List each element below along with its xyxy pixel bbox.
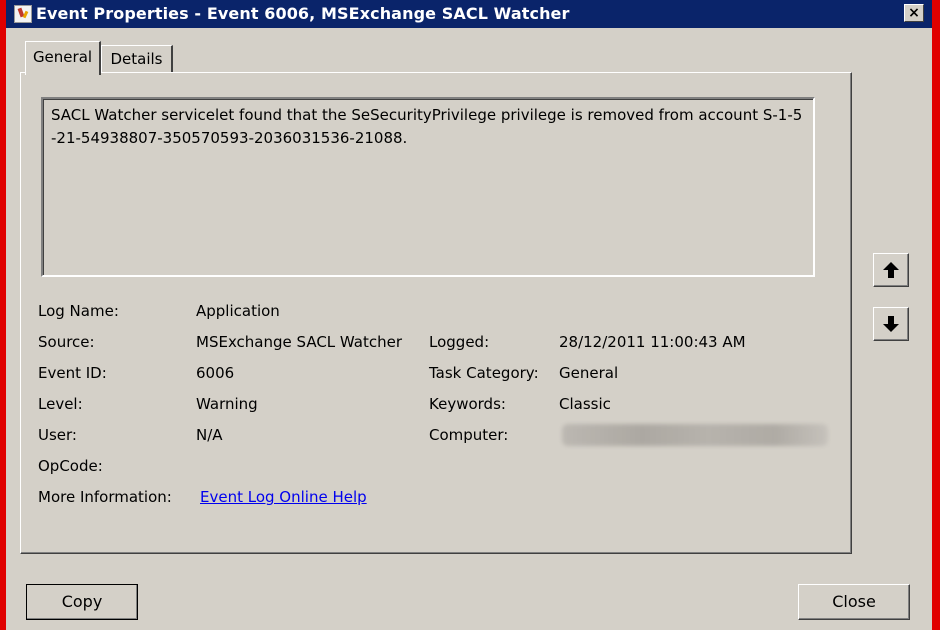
source-label: Source:: [38, 333, 95, 351]
event-description[interactable]: SACL Watcher servicelet found that the S…: [41, 97, 815, 277]
keywords-label: Keywords:: [429, 395, 506, 413]
user-value: N/A: [196, 426, 223, 444]
logged-label: Logged:: [429, 333, 490, 351]
next-event-button[interactable]: [873, 307, 909, 341]
level-label: Level:: [38, 395, 83, 413]
level-value: Warning: [196, 395, 258, 413]
user-label: User:: [38, 426, 77, 444]
event-id-value: 6006: [196, 364, 235, 382]
log-name-label: Log Name:: [38, 302, 119, 320]
title-bar[interactable]: Event Properties - Event 6006, MSExchang…: [6, 0, 932, 28]
logged-value: 28/12/2011 11:00:43 AM: [559, 333, 746, 351]
task-category-label: Task Category:: [429, 364, 539, 382]
log-name-value: Application: [196, 302, 280, 320]
close-button[interactable]: Close: [798, 584, 910, 620]
close-window-button[interactable]: ×: [904, 4, 924, 22]
event-log-online-help-link[interactable]: Event Log Online Help: [200, 488, 367, 506]
window-title: Event Properties - Event 6006, MSExchang…: [36, 4, 570, 23]
computer-label: Computer:: [429, 426, 509, 444]
copy-button[interactable]: Copy: [26, 584, 138, 620]
keywords-value: Classic: [559, 395, 611, 413]
computer-value-redacted: [562, 424, 828, 446]
event-properties-window: Event Properties - Event 6006, MSExchang…: [6, 0, 932, 630]
tab-general[interactable]: General: [25, 41, 101, 75]
arrow-up-icon: [883, 262, 899, 278]
opcode-label: OpCode:: [38, 457, 103, 475]
event-id-label: Event ID:: [38, 364, 107, 382]
arrow-down-icon: [883, 316, 899, 332]
tab-details[interactable]: Details: [101, 45, 173, 72]
more-information-label: More Information:: [38, 488, 172, 506]
task-category-value: General: [559, 364, 619, 382]
source-value: MSExchange SACL Watcher: [196, 333, 403, 351]
event-viewer-icon: [14, 5, 32, 23]
previous-event-button[interactable]: [873, 253, 909, 287]
